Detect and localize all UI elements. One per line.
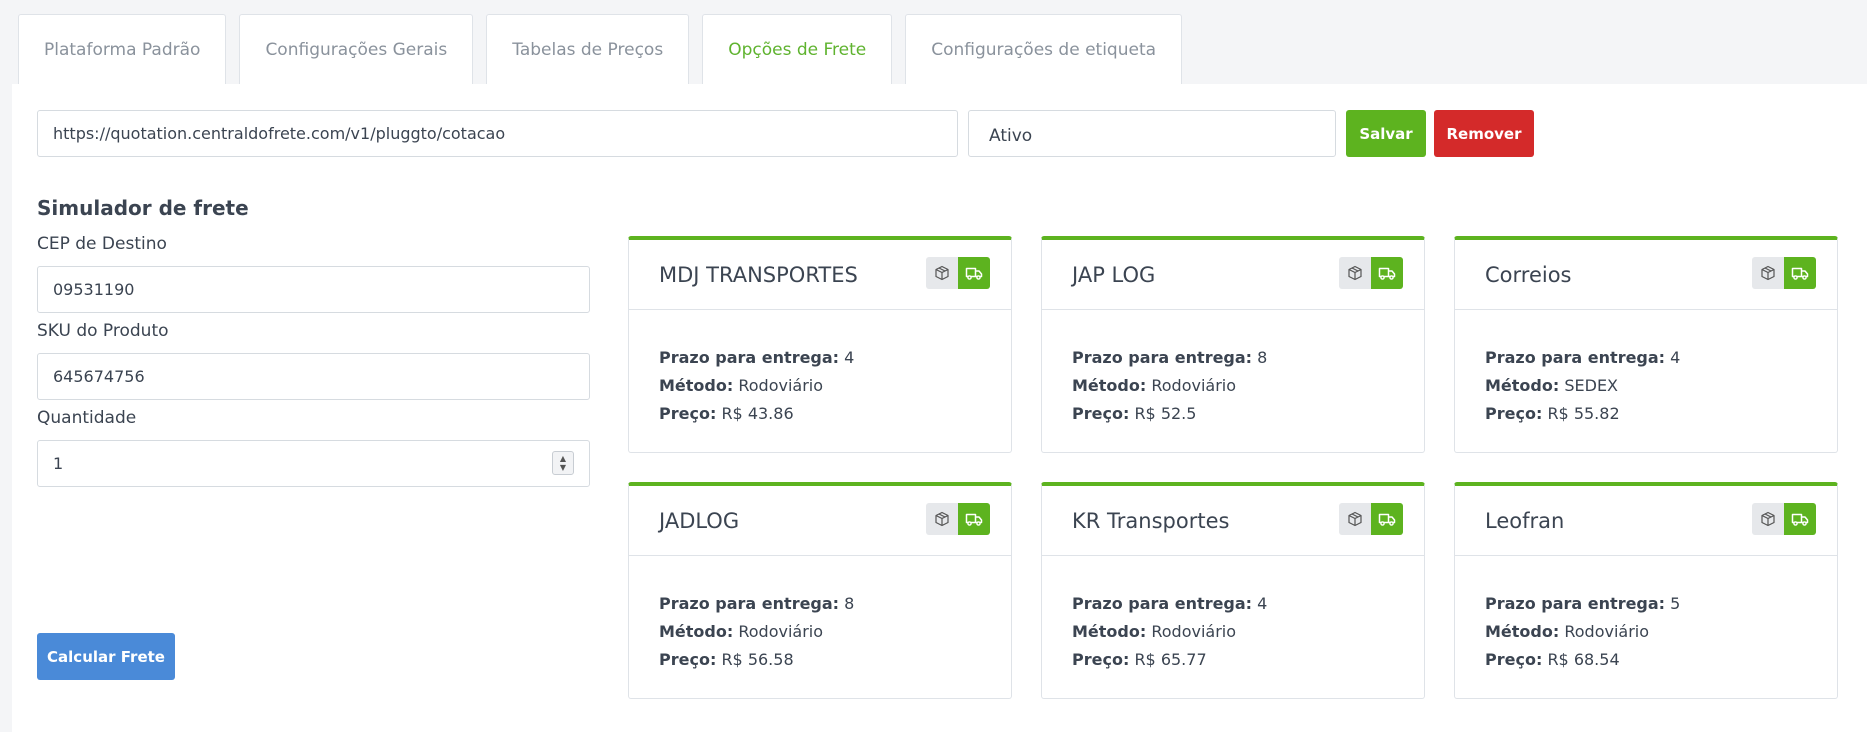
carrier-name: KR Transportes — [1072, 508, 1230, 533]
tab-configuracoes-gerais[interactable]: Configurações Gerais — [239, 14, 474, 85]
carrier-name: JAP LOG — [1072, 262, 1156, 287]
quantity-stepper[interactable]: ▲ ▼ — [552, 451, 574, 475]
tab-tabelas-de-precos[interactable]: Tabelas de Preços — [486, 14, 690, 85]
shipping-price: Preço: R$ 65.77 — [1072, 650, 1207, 669]
delivery-time: Prazo para entrega: 4 — [659, 348, 855, 367]
truck-icon[interactable] — [958, 503, 990, 535]
carrier-card: Leofran Prazo para entrega: 5 Método: Ro… — [1454, 482, 1838, 699]
carrier-name: Leofran — [1485, 508, 1565, 533]
save-button[interactable]: Salvar — [1346, 110, 1426, 157]
tab-opcoes-de-frete[interactable]: Opções de Frete — [702, 14, 893, 85]
package-icon[interactable] — [1339, 257, 1371, 289]
delivery-time: Prazo para entrega: 4 — [1072, 594, 1268, 613]
quotation-url-input[interactable] — [37, 110, 958, 157]
carrier-card: JAP LOG Prazo para entrega: 8 Método: Ro… — [1041, 236, 1425, 453]
simulator-title: Simulador de frete — [37, 196, 249, 220]
delivery-time: Prazo para entrega: 8 — [659, 594, 855, 613]
tab-panel: Ativo Salvar Remover Simulador de frete … — [12, 84, 1867, 732]
shipping-price: Preço: R$ 56.58 — [659, 650, 794, 669]
shipping-price: Preço: R$ 52.5 — [1072, 404, 1197, 423]
sku-input[interactable] — [37, 353, 590, 400]
chevron-up-icon[interactable]: ▲ — [560, 454, 566, 463]
truck-icon[interactable] — [1784, 257, 1816, 289]
carrier-card: MDJ TRANSPORTES Prazo para entrega: 4 Mé… — [628, 236, 1012, 453]
truck-icon[interactable] — [1371, 503, 1403, 535]
quantity-label: Quantidade — [37, 408, 137, 428]
calculate-freight-button[interactable]: Calcular Frete — [37, 633, 175, 680]
delivery-time: Prazo para entrega: 8 — [1072, 348, 1268, 367]
carrier-name: MDJ TRANSPORTES — [659, 262, 858, 287]
package-icon[interactable] — [926, 257, 958, 289]
tab-bar: Plataforma Padrão Configurações Gerais T… — [18, 14, 1183, 85]
truck-icon[interactable] — [1784, 503, 1816, 535]
carrier-name: Correios — [1485, 262, 1572, 287]
shipping-method: Método: Rodoviário — [659, 622, 824, 641]
carrier-card: Correios Prazo para entrega: 4 Método: S… — [1454, 236, 1838, 453]
truck-icon[interactable] — [1371, 257, 1403, 289]
chevron-down-icon[interactable]: ▼ — [560, 463, 566, 472]
quantity-input[interactable] — [37, 440, 590, 487]
delivery-time: Prazo para entrega: 4 — [1485, 348, 1681, 367]
package-icon[interactable] — [1752, 503, 1784, 535]
shipping-method: Método: Rodoviário — [1072, 622, 1237, 641]
tab-plataforma-padrao[interactable]: Plataforma Padrão — [18, 14, 227, 85]
carrier-name: JADLOG — [659, 508, 740, 533]
truck-icon[interactable] — [958, 257, 990, 289]
remove-button[interactable]: Remover — [1434, 110, 1534, 157]
cep-input[interactable] — [37, 266, 590, 313]
shipping-method: Método: Rodoviário — [659, 376, 824, 395]
delivery-time: Prazo para entrega: 5 — [1485, 594, 1681, 613]
tab-configuracoes-de-etiqueta[interactable]: Configurações de etiqueta — [905, 14, 1183, 85]
quantity-wrapper: ▲ ▼ — [37, 440, 590, 487]
package-icon[interactable] — [1752, 257, 1784, 289]
shipping-method: Método: Rodoviário — [1485, 622, 1650, 641]
shipping-price: Preço: R$ 43.86 — [659, 404, 794, 423]
shipping-price: Preço: R$ 55.82 — [1485, 404, 1620, 423]
status-select[interactable]: Ativo — [968, 110, 1336, 157]
package-icon[interactable] — [926, 503, 958, 535]
cep-label: CEP de Destino — [37, 234, 167, 254]
shipping-method: Método: Rodoviário — [1072, 376, 1237, 395]
package-icon[interactable] — [1339, 503, 1371, 535]
sku-label: SKU do Produto — [37, 321, 169, 341]
carrier-card: JADLOG Prazo para entrega: 8 Método: Rod… — [628, 482, 1012, 699]
shipping-price: Preço: R$ 68.54 — [1485, 650, 1620, 669]
carrier-card: KR Transportes Prazo para entrega: 4 Mét… — [1041, 482, 1425, 699]
shipping-method: Método: SEDEX — [1485, 376, 1619, 395]
